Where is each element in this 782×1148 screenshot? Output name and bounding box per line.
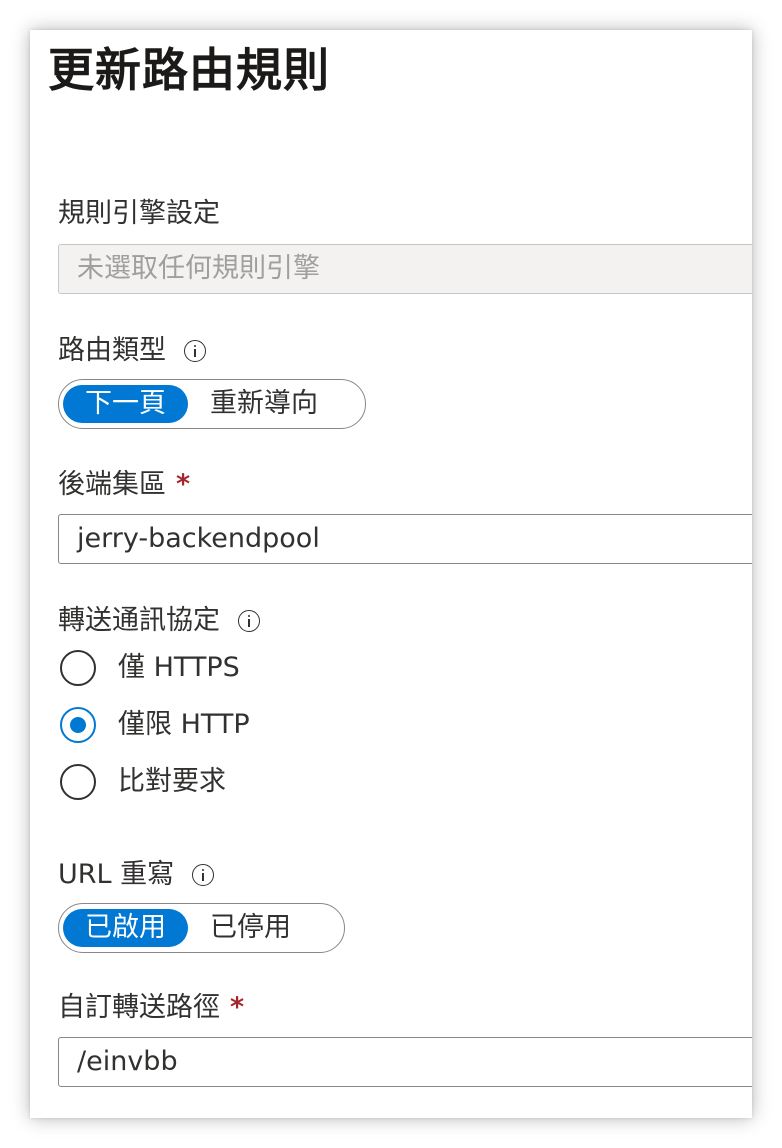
radio-match-request[interactable]: 比對要求	[60, 764, 226, 800]
panel-title: 更新路由規則	[48, 43, 330, 97]
route-type-option-forward[interactable]: 下一頁	[63, 385, 188, 423]
url-rewrite-label: URL 重寫	[58, 857, 215, 893]
radio-http-only[interactable]: 僅限 HTTP	[60, 707, 250, 743]
rule-engine-label-text: 規則引擎設定	[58, 198, 220, 229]
radio-http-only-label: 僅限 HTTP	[118, 709, 250, 740]
url-rewrite-label-text: URL 重寫	[58, 859, 175, 890]
forwarding-protocol-label: 轉送通訊協定	[58, 603, 260, 639]
backend-pool-label: 後端集區 *	[58, 467, 190, 503]
backend-pool-select[interactable]: jerry-backendpool	[58, 514, 752, 564]
required-asterisk: *	[176, 469, 191, 500]
info-icon[interactable]	[184, 340, 206, 362]
radio-unchecked-icon[interactable]	[60, 764, 96, 800]
required-asterisk: *	[230, 992, 245, 1023]
backend-pool-label-text: 後端集區	[58, 469, 166, 500]
update-routing-rule-panel: 更新路由規則 規則引擎設定 未選取任何規則引擎 路由類型 下一頁 重新導向 後端…	[30, 30, 752, 1118]
radio-checked-icon[interactable]	[60, 707, 96, 743]
url-rewrite-option-enabled[interactable]: 已啟用	[63, 909, 188, 947]
radio-https-only[interactable]: 僅 HTTPS	[60, 650, 240, 686]
info-icon[interactable]	[192, 864, 215, 886]
radio-unchecked-icon[interactable]	[60, 650, 96, 686]
route-type-label-text: 路由類型	[58, 335, 166, 366]
info-icon[interactable]	[238, 610, 260, 632]
forwarding-protocol-label-text: 轉送通訊協定	[58, 605, 220, 636]
route-type-toggle[interactable]: 下一頁 重新導向	[58, 379, 366, 429]
custom-forwarding-path-label-text: 自訂轉送路徑	[58, 992, 220, 1023]
url-rewrite-option-disabled[interactable]: 已停用	[188, 909, 313, 947]
rule-engine-field: 未選取任何規則引擎	[58, 244, 752, 294]
rule-engine-label: 規則引擎設定	[58, 196, 220, 232]
radio-https-only-label: 僅 HTTPS	[118, 652, 240, 683]
url-rewrite-toggle[interactable]: 已啟用 已停用	[58, 903, 345, 953]
custom-forwarding-path-input[interactable]: /einvbb	[58, 1037, 752, 1087]
radio-match-request-label: 比對要求	[118, 766, 226, 797]
route-type-label: 路由類型	[58, 333, 206, 369]
route-type-option-redirect[interactable]: 重新導向	[188, 385, 340, 423]
custom-forwarding-path-label: 自訂轉送路徑 *	[58, 990, 244, 1026]
